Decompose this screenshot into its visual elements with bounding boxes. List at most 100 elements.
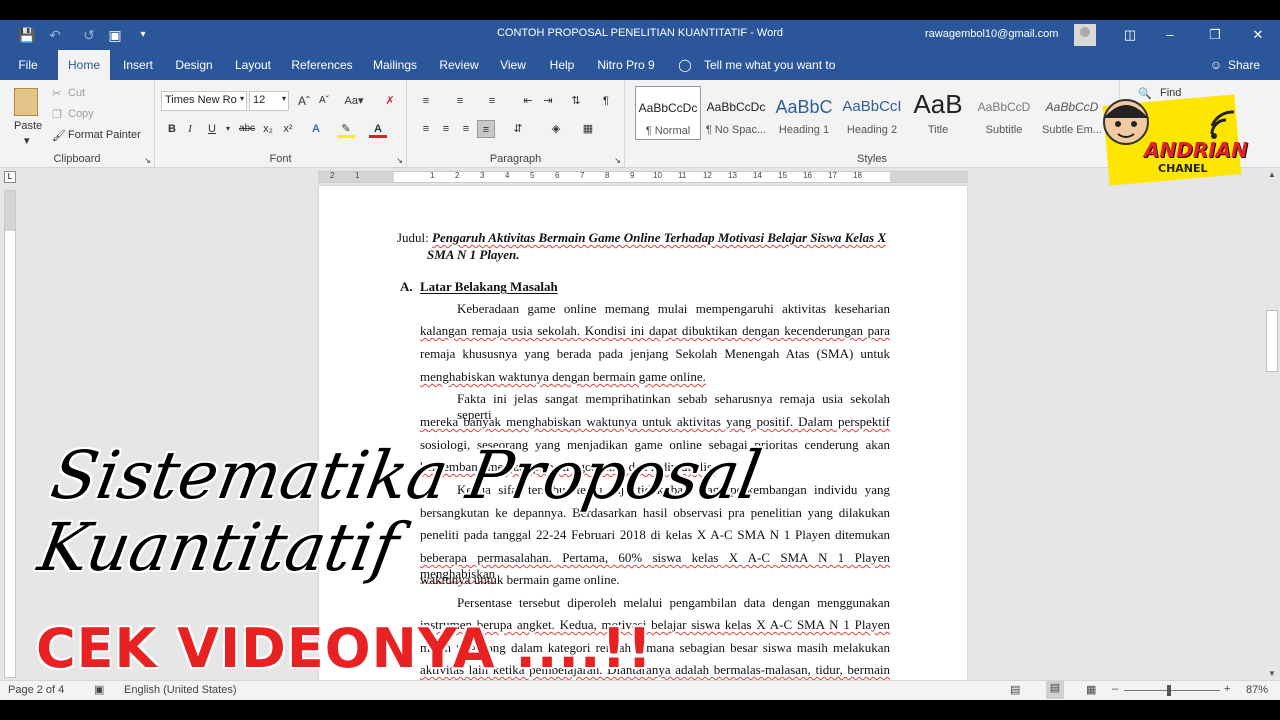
overlay-title-line-1: Sistematika Proposal bbox=[45, 437, 767, 514]
tab-help[interactable]: Help bbox=[542, 50, 582, 80]
share-button[interactable]: Share bbox=[1226, 50, 1262, 80]
zoom-level[interactable]: 87% bbox=[1246, 684, 1268, 696]
scroll-up-icon[interactable]: ▲ bbox=[1268, 170, 1276, 179]
zoom-in-icon[interactable]: + bbox=[1224, 683, 1230, 695]
section-letter: A. bbox=[400, 279, 413, 294]
close-icon[interactable]: ✕ bbox=[1248, 25, 1268, 45]
tab-nitro[interactable]: Nitro Pro 9 bbox=[592, 50, 660, 80]
text-effects-icon[interactable]: A bbox=[307, 120, 325, 138]
ruler-number: 4 bbox=[505, 171, 510, 180]
shrink-font-icon[interactable]: Aˇ bbox=[315, 92, 333, 110]
italic-icon[interactable]: I bbox=[181, 120, 199, 138]
clear-formatting-icon[interactable]: ✗ bbox=[381, 92, 399, 110]
read-mode-icon[interactable]: ▤ bbox=[1010, 683, 1020, 696]
paste-icon[interactable] bbox=[14, 88, 38, 116]
numbering-icon[interactable]: ≡ bbox=[451, 92, 469, 110]
align-center-icon[interactable]: ≡ bbox=[437, 120, 455, 138]
line-spacing-icon[interactable]: ⇵ bbox=[509, 120, 527, 138]
vertical-ruler[interactable] bbox=[4, 190, 16, 678]
clipboard-group: Paste ▾ ✂ Cut ❐ Copy 🖌 Format Painter Cl… bbox=[0, 80, 155, 168]
user-email[interactable]: rawagembol10@gmail.com bbox=[925, 28, 1058, 40]
ruler-top-margin bbox=[5, 191, 15, 231]
superscript-icon[interactable]: x² bbox=[279, 120, 297, 138]
tab-review[interactable]: Review bbox=[434, 50, 484, 80]
increase-indent-icon[interactable]: ⇥ bbox=[539, 92, 557, 110]
clipboard-launcher-icon[interactable]: ↘ bbox=[144, 156, 151, 165]
font-launcher-icon[interactable]: ↘ bbox=[396, 156, 403, 165]
logo-text-line-2: CHANEL bbox=[1158, 162, 1208, 175]
tab-layout[interactable]: Layout bbox=[228, 50, 278, 80]
font-color-icon[interactable]: A bbox=[369, 120, 387, 138]
language-indicator[interactable]: English (United States) bbox=[124, 684, 237, 696]
avatar[interactable] bbox=[1074, 24, 1096, 46]
page-count[interactable]: Page 2 of 4 bbox=[8, 684, 64, 696]
ruler-number: 7 bbox=[580, 171, 585, 180]
borders-icon[interactable]: ▦ bbox=[579, 120, 597, 138]
style-heading-1[interactable]: AaBbC Heading 1 bbox=[771, 86, 837, 140]
shading-icon[interactable]: ◈ bbox=[547, 120, 565, 138]
ruler-number: 5 bbox=[530, 171, 535, 180]
decrease-indent-icon[interactable]: ⇤ bbox=[519, 92, 537, 110]
web-layout-icon[interactable]: ▦ bbox=[1086, 683, 1096, 696]
paste-button[interactable]: Paste bbox=[14, 120, 42, 132]
font-size-select[interactable]: 12 ▾ bbox=[249, 91, 289, 111]
cut-button[interactable]: Cut bbox=[68, 87, 85, 99]
proofing-icon[interactable]: ▣ bbox=[94, 683, 104, 696]
minimize-icon[interactable]: – bbox=[1160, 25, 1180, 45]
format-painter-button[interactable]: Format Painter bbox=[68, 129, 141, 141]
style-heading-2[interactable]: AaBbCcI Heading 2 bbox=[839, 86, 905, 140]
tab-references[interactable]: References bbox=[288, 50, 356, 80]
sort-icon[interactable]: ⇅ bbox=[567, 92, 585, 110]
zoom-slider-thumb[interactable] bbox=[1167, 685, 1171, 696]
print-layout-icon[interactable]: ▤ bbox=[1046, 681, 1064, 699]
paragraph-launcher-icon[interactable]: ↘ bbox=[614, 156, 621, 165]
justify-icon[interactable]: ≡ bbox=[477, 120, 495, 138]
style-normal[interactable]: AaBbCcDc ¶ Normal bbox=[635, 86, 701, 140]
change-case-icon[interactable]: Aa▾ bbox=[341, 92, 367, 110]
bullets-icon[interactable]: ≡ bbox=[417, 92, 435, 110]
tab-selector[interactable]: L bbox=[4, 171, 16, 183]
horizontal-ruler[interactable]: 2 1 1 2 3 4 5 6 7 8 9 10 11 12 13 14 15 … bbox=[318, 171, 968, 183]
body-line: Persentase tersebut diperoleh melalui pe… bbox=[457, 595, 890, 610]
document-page[interactable]: Judul: Pengaruh Aktivitas Bermain Game O… bbox=[319, 186, 967, 686]
highlight-icon[interactable]: ✎ bbox=[337, 120, 355, 138]
channel-logo: ANDRIAN CHANEL bbox=[1096, 90, 1248, 205]
copy-button[interactable]: Copy bbox=[68, 108, 94, 120]
ruler-number: 1 bbox=[430, 171, 435, 180]
tab-home[interactable]: Home bbox=[58, 50, 110, 80]
tab-design[interactable]: Design bbox=[170, 50, 218, 80]
cut-icon: ✂ bbox=[52, 88, 62, 100]
align-right-icon[interactable]: ≡ bbox=[457, 120, 475, 138]
style-title[interactable]: AaB Title bbox=[905, 86, 971, 140]
tab-view[interactable]: View bbox=[494, 50, 532, 80]
document-title-line: Judul: Pengaruh Aktivitas Bermain Game O… bbox=[397, 230, 886, 246]
paste-dropdown-icon[interactable]: ▾ bbox=[24, 134, 30, 147]
scrollbar-thumb[interactable] bbox=[1266, 310, 1278, 372]
bold-icon[interactable]: B bbox=[163, 120, 181, 138]
tell-me-box[interactable]: Tell me what you want to do bbox=[700, 50, 850, 102]
ribbon-display-icon[interactable]: ◫ bbox=[1120, 25, 1140, 45]
ruler-number: 2 bbox=[455, 171, 460, 180]
tab-mailings[interactable]: Mailings bbox=[366, 50, 424, 80]
multilevel-list-icon[interactable]: ≡ bbox=[483, 92, 501, 110]
zoom-slider[interactable] bbox=[1124, 690, 1220, 691]
zoom-out-icon[interactable]: – bbox=[1112, 683, 1118, 695]
tab-file[interactable]: File bbox=[8, 50, 48, 80]
style-no-spacing[interactable]: AaBbCcDc ¶ No Spac... bbox=[703, 86, 769, 140]
align-left-icon[interactable]: ≡ bbox=[417, 120, 435, 138]
maximize-icon[interactable]: ❐ bbox=[1205, 25, 1225, 45]
strikethrough-icon[interactable]: abc bbox=[235, 120, 259, 138]
vertical-scrollbar[interactable]: ▲ ▼ bbox=[1264, 168, 1280, 680]
tab-insert[interactable]: Insert bbox=[116, 50, 160, 80]
styles-group: AaBbCcDc ¶ Normal AaBbCcDc ¶ No Spac... … bbox=[625, 80, 1120, 168]
subscript-icon[interactable]: x₂ bbox=[259, 120, 277, 138]
show-marks-icon[interactable]: ¶ bbox=[597, 92, 615, 110]
scroll-down-icon[interactable]: ▼ bbox=[1268, 669, 1276, 678]
title-italic: Pengaruh Aktivitas Bermain Game Online T… bbox=[432, 230, 887, 245]
font-label: Font bbox=[269, 153, 292, 165]
style-subtitle[interactable]: AaBbCcD Subtitle bbox=[971, 86, 1037, 140]
font-name-select[interactable]: Times New Ro ▾ bbox=[161, 91, 247, 111]
grow-font-icon[interactable]: Aˆ bbox=[295, 92, 313, 110]
title-prefix: Judul: bbox=[397, 230, 433, 245]
ribbon: Paste ▾ ✂ Cut ❐ Copy 🖌 Format Painter Cl… bbox=[0, 80, 1280, 168]
